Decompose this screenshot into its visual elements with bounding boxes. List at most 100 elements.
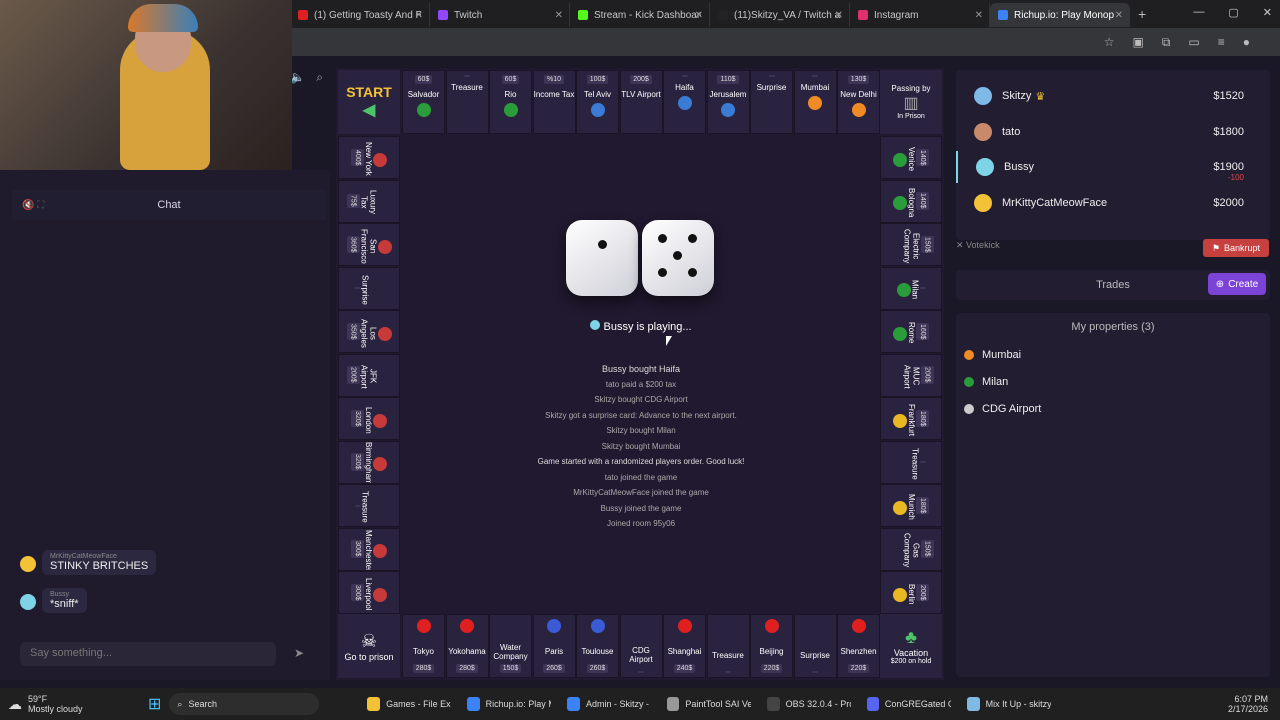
board-tile[interactable]: 400$ New York (338, 136, 400, 179)
cast-icon[interactable]: ▭ (1188, 35, 1199, 49)
board-tile[interactable]: Surprise (750, 70, 793, 134)
taskbar-app[interactable]: OBS 32.0.4 - Profil (759, 688, 859, 720)
board-tile[interactable]: MUC Airport 200$ (880, 353, 942, 397)
board-tile[interactable]: Treasure (880, 440, 942, 484)
board-tile[interactable]: Tokyo 280$ (402, 614, 445, 678)
board-tile[interactable]: Treasure (706, 614, 750, 678)
board-tile[interactable]: Haifa (663, 70, 706, 134)
tab-close-icon[interactable]: ✕ (695, 10, 703, 21)
board-tile[interactable]: 100$ Tel Aviv (576, 70, 619, 134)
board-tile[interactable]: Treasure (445, 70, 489, 134)
board-tile[interactable]: Beijing 220$ (750, 614, 793, 678)
taskbar-app[interactable]: Richup.io: Play Mo (459, 688, 559, 720)
board-tile[interactable]: Berlin 200$ (880, 571, 942, 614)
chat-input[interactable]: Say something... (20, 642, 276, 666)
players-panel: Skitzy ♛ $1520 tato $1800 Bussy $1900 -100 MrKi… (956, 70, 1270, 240)
player-row[interactable]: MrKittyCatMeowFace $2000 (956, 187, 1270, 219)
mute-icon[interactable]: 🔇 ⛶ (22, 200, 44, 211)
send-icon[interactable]: ➤ (294, 646, 304, 660)
volume-icon[interactable]: 🔈 (290, 70, 305, 84)
browser-tab[interactable]: Instagram ✕ (850, 3, 990, 27)
start-corner[interactable]: START ◀ (338, 70, 400, 134)
new-tab-button[interactable]: + (1138, 6, 1146, 22)
board-tile[interactable]: Milan (880, 266, 942, 310)
board-tile[interactable]: Surprise (793, 614, 837, 678)
taskbar-app[interactable]: PaintTool SAI Ver.2 (659, 688, 759, 720)
board-tile[interactable]: Treasure (338, 484, 400, 527)
board-tile[interactable]: 200$ JFK Airport (338, 353, 400, 397)
taskbar-app[interactable]: Admin - Skitzy - G (559, 688, 659, 720)
board-tile[interactable]: 110$ Jerusalem (706, 70, 750, 134)
dice-right[interactable] (642, 220, 714, 296)
search-icon[interactable]: ⌕ (316, 70, 323, 84)
menu-icon[interactable]: ≡ (1218, 35, 1225, 49)
board-tile[interactable]: Yokohama 280$ (445, 614, 489, 678)
property-item[interactable]: Mumbai (964, 349, 1021, 361)
board-tile[interactable]: 320$ Birmingham (338, 440, 400, 484)
taskbar-search[interactable]: ⌕ Search (169, 693, 320, 715)
board-tile[interactable]: Frankfurt 180$ (880, 397, 942, 440)
tab-close-icon[interactable]: ✕ (835, 10, 843, 21)
profile-avatar[interactable]: ● (1243, 35, 1250, 49)
taskbar-app[interactable]: Games - File Expl (359, 688, 459, 720)
tab-close-icon[interactable]: ✕ (1115, 10, 1123, 21)
create-trade-button[interactable]: ⊕ Create (1208, 273, 1266, 295)
bookmark-star-icon[interactable]: ☆ (1104, 35, 1115, 49)
board-tile[interactable]: 60$ Salvador (402, 70, 445, 134)
board-tile[interactable]: 130$ New Delhi (837, 70, 880, 134)
minimize-icon[interactable]: — (1193, 6, 1204, 19)
board-tile[interactable]: 320$ London (338, 397, 400, 440)
player-row[interactable]: tato $1800 (956, 116, 1270, 148)
property-item[interactable]: CDG Airport (964, 403, 1041, 415)
board-tile[interactable]: Water Company 150$ (489, 614, 532, 678)
board-tile[interactable]: CDG Airport (619, 614, 663, 678)
board-tile[interactable]: 350$ Los Angeles (338, 310, 400, 353)
go-to-prison-corner[interactable]: ☠ Go to prison (338, 614, 400, 678)
board-tile[interactable]: Rome 160$ (880, 310, 942, 353)
browser-tab[interactable]: Stream - Kick Dashboard ✕ (570, 3, 710, 27)
board-tile[interactable]: %10 Income Tax (532, 70, 576, 134)
dice-left[interactable] (566, 220, 638, 296)
board-tile[interactable]: Toulouse 260$ (576, 614, 619, 678)
browser-tab[interactable]: Twitch ✕ (430, 3, 570, 27)
taskbar-app[interactable]: ConGREGated Cast (859, 688, 959, 720)
extensions-puzzle-icon[interactable]: ⧉ (1162, 35, 1171, 50)
vacation-corner[interactable]: ♣ Vacation $200 on hold (880, 614, 942, 678)
board-tile[interactable]: 200$ TLV Airport (619, 70, 663, 134)
board-tile[interactable]: 60$ Rio (489, 70, 532, 134)
browser-tab[interactable]: (1) Getting Toasty And Ra ✕ (290, 3, 430, 27)
tab-close-icon[interactable]: ✕ (555, 10, 563, 21)
player-row[interactable]: Skitzy ♛ $1520 (956, 80, 1270, 112)
tab-close-icon[interactable]: ✕ (975, 10, 983, 21)
board-tile[interactable]: 75$ Luxury Tax (338, 179, 400, 223)
board-tile[interactable]: Gas Company 150$ (880, 527, 942, 571)
browser-tab[interactable]: Richup.io: Play Monop ✕ (990, 3, 1130, 27)
clock[interactable]: 6:07 PM 2/17/2026 (1228, 694, 1268, 714)
board-tile[interactable]: Electric Company 150$ (880, 223, 942, 266)
close-icon[interactable]: ✕ (1263, 6, 1272, 19)
tab-close-icon[interactable]: ✕ (415, 10, 423, 21)
board-tile[interactable]: Mumbai (793, 70, 837, 134)
browser-tab[interactable]: (11)Skitzy_VA / Twitch and ✕ (710, 3, 850, 27)
country-flag-icon (634, 619, 648, 633)
prison-corner[interactable]: Passing by ▥ In Prison (880, 70, 942, 134)
board-tile[interactable]: Shenzhen 220$ (837, 614, 880, 678)
board-tile[interactable]: Munich 180$ (880, 484, 942, 527)
board-tile[interactable]: Bologna 140$ (880, 179, 942, 223)
board-tile[interactable]: 300$ Liverpool (338, 571, 400, 614)
board-tile[interactable]: 360$ San Francisco (338, 223, 400, 266)
board-tile[interactable]: Shanghai 240$ (663, 614, 706, 678)
property-item[interactable]: Milan (964, 376, 1008, 388)
bankrupt-button[interactable]: ⚑ Bankrupt (1203, 239, 1269, 257)
votekick-button[interactable]: ✕ Votekick (956, 240, 1000, 251)
extension-icon[interactable]: ▣ (1132, 35, 1143, 49)
player-row[interactable]: Bussy $1900 -100 (956, 151, 1270, 183)
board-tile[interactable]: Venice 140$ (880, 136, 942, 179)
maximize-icon[interactable]: ▢ (1228, 6, 1238, 19)
windows-start-icon[interactable]: ⊞ (148, 694, 161, 714)
weather-widget[interactable]: ☁ 59°F Mostly cloudy (0, 688, 140, 720)
board-tile[interactable]: Paris 260$ (532, 614, 576, 678)
board-tile[interactable]: 300$ Manchester (338, 527, 400, 571)
board-tile[interactable]: Surprise (338, 266, 400, 310)
taskbar-app[interactable]: Mix It Up - skitzy_v (959, 688, 1059, 720)
